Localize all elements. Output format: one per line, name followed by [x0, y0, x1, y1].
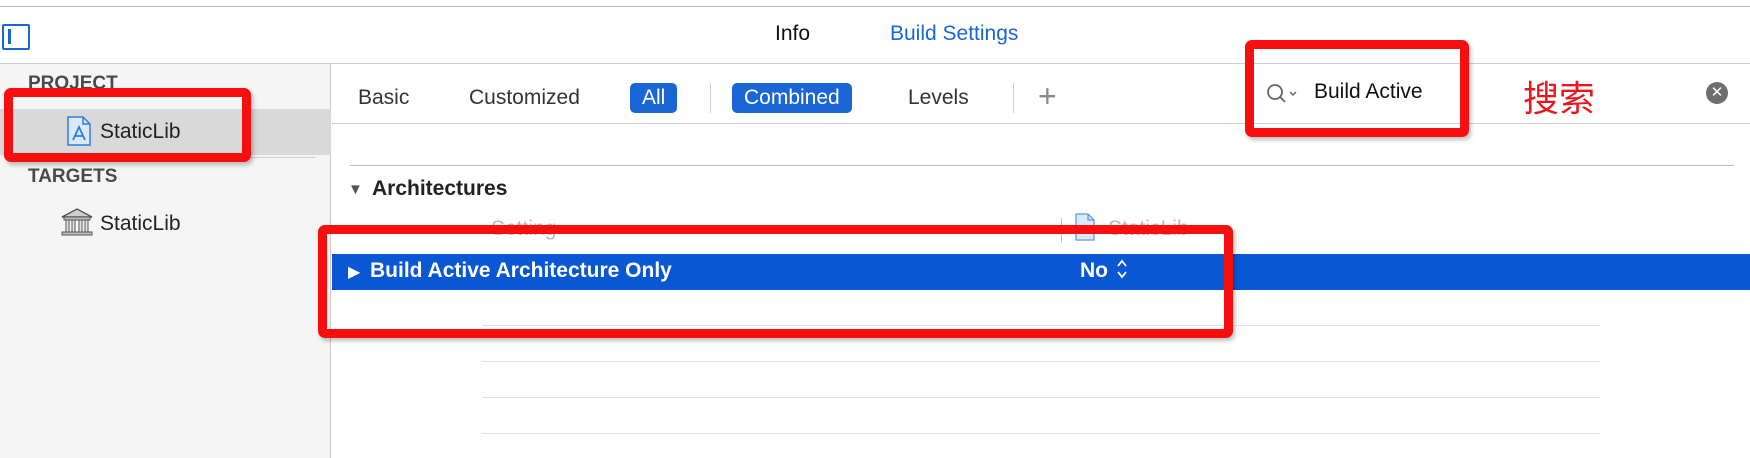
project-item-label: StaticLib	[100, 120, 181, 143]
search-input[interactable]	[1314, 80, 1494, 104]
disclosure-triangle-icon[interactable]: ▶	[348, 262, 360, 282]
column-divider	[1061, 218, 1062, 242]
row-divider	[482, 361, 1600, 362]
tab-build-settings[interactable]: Build Settings	[890, 22, 1018, 46]
filter-customized-button[interactable]: Customized	[469, 83, 580, 113]
column-header-target: StaticLib	[1108, 217, 1189, 240]
annotation-search-label: 搜索	[1523, 79, 1596, 120]
project-file-icon	[1074, 213, 1096, 246]
filter-basic-button[interactable]: Basic	[358, 83, 409, 113]
divider	[20, 157, 315, 158]
filter-levels-button[interactable]: Levels	[908, 83, 969, 113]
project-section-header: PROJECT	[28, 73, 118, 94]
targets-section-header: TARGETS	[28, 166, 118, 187]
divider	[710, 83, 711, 113]
add-setting-button[interactable]: +	[1038, 78, 1057, 114]
filter-all-button[interactable]: All	[630, 83, 678, 113]
divider	[1013, 83, 1014, 113]
tab-info[interactable]: Info	[775, 22, 810, 46]
target-item-label: StaticLib	[100, 212, 181, 235]
filter-combined-button[interactable]: Combined	[732, 83, 852, 113]
project-file-icon	[66, 116, 92, 151]
row-divider	[482, 325, 1600, 326]
setting-value[interactable]: No	[1080, 259, 1108, 283]
setting-name: Build Active Architecture Only	[370, 259, 672, 282]
row-divider	[482, 433, 1600, 434]
clear-icon[interactable]: ✕	[1706, 82, 1728, 104]
target-library-icon	[60, 207, 94, 242]
stepper-icon[interactable]	[1116, 258, 1128, 280]
row-divider	[482, 397, 1600, 398]
disclosure-triangle-icon[interactable]: ▼	[348, 181, 363, 198]
editor-tab-bar	[0, 7, 1750, 64]
section-title[interactable]: Architectures	[372, 177, 507, 201]
sidebar-toggle-icon[interactable]	[2, 24, 30, 50]
divider	[350, 165, 1734, 166]
column-header-setting: Setting	[491, 217, 557, 240]
search-icon[interactable]	[1266, 83, 1302, 112]
